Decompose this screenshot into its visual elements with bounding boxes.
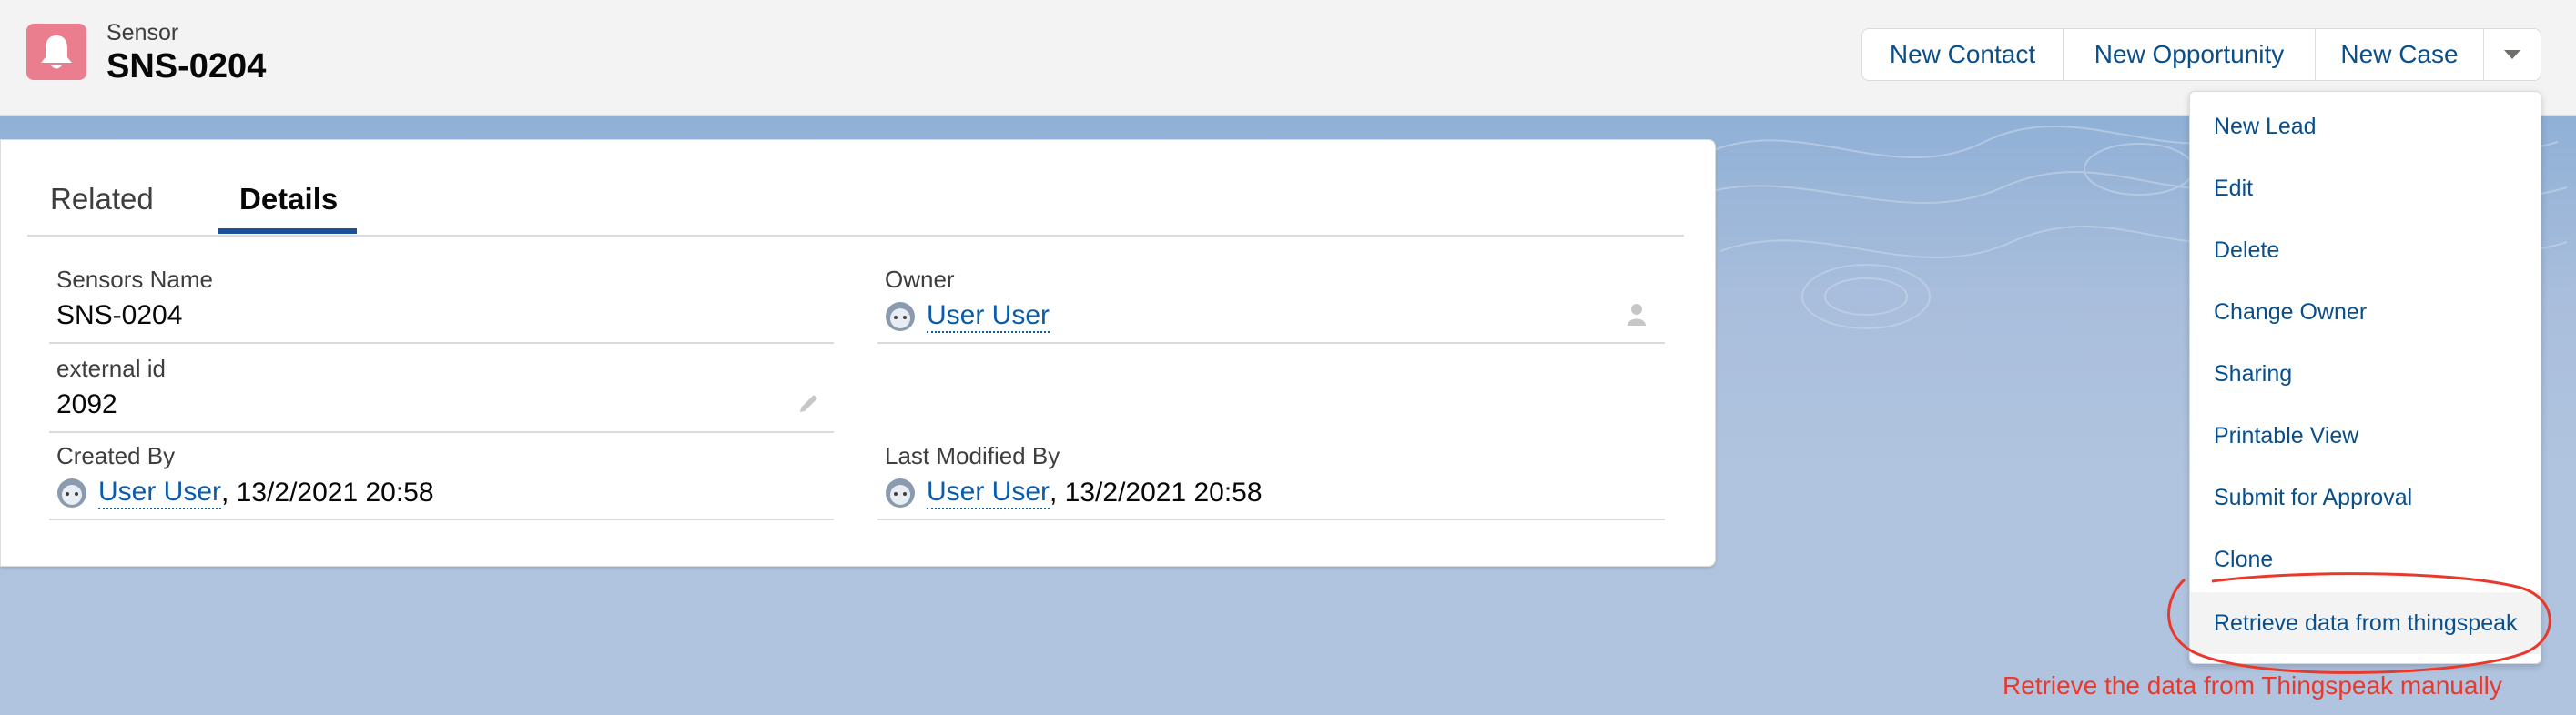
bell-icon: [26, 24, 86, 80]
field-label: Last Modified By: [885, 442, 1060, 469]
field-label: Owner: [885, 266, 955, 293]
owner-link[interactable]: User User: [927, 300, 1050, 333]
menu-item-delete[interactable]: Delete: [2190, 219, 2541, 281]
last-modified-user-link[interactable]: User User: [927, 477, 1050, 509]
more-actions-button[interactable]: [2484, 28, 2541, 81]
field-created-by: Created By User User , 13/2/2021 20:58: [49, 442, 834, 520]
chevron-down-icon: [2504, 50, 2520, 59]
annotation-circle: [2167, 572, 2551, 674]
annotation-text: Retrieve the data from Thingspeak manual…: [2003, 671, 2502, 700]
sensors-name-value: SNS-0204: [56, 300, 183, 330]
new-contact-button[interactable]: New Contact: [1861, 28, 2064, 81]
user-avatar-icon: [57, 478, 86, 508]
field-value: User User , 13/2/2021 20:58: [885, 477, 1263, 509]
menu-item-label: Edit: [2214, 176, 2254, 201]
change-owner-icon[interactable]: [1627, 302, 1650, 327]
user-avatar-icon: [886, 302, 915, 331]
menu-item-label: Submit for Approval: [2214, 485, 2413, 510]
field-sensors-name: Sensors Name SNS-0204: [49, 266, 834, 344]
tab-related[interactable]: Related: [50, 182, 154, 217]
external-id-value: 2092: [56, 389, 117, 419]
menu-item-new-lead[interactable]: New Lead: [2190, 96, 2541, 157]
record-title: SNS-0204: [106, 47, 267, 86]
created-by-user-link[interactable]: User User: [98, 477, 222, 509]
last-modified-date: , 13/2/2021 20:58: [1050, 478, 1263, 508]
menu-item-label: Sharing: [2214, 361, 2293, 387]
object-type-label: Sensor: [106, 20, 179, 45]
field-last-modified-by: Last Modified By User User , 13/2/2021 2…: [877, 442, 1665, 520]
active-tab-indicator: [218, 228, 357, 234]
menu-item-label: Change Owner: [2214, 299, 2368, 325]
action-button-group: New Contact New Opportunity New Case: [1861, 28, 2541, 83]
menu-item-edit[interactable]: Edit: [2190, 157, 2541, 219]
new-case-button[interactable]: New Case: [2316, 28, 2484, 81]
user-avatar-icon: [886, 478, 915, 508]
field-value: 2092: [56, 389, 117, 420]
field-owner: Owner User User: [877, 266, 1665, 344]
menu-item-label: Delete: [2214, 237, 2280, 263]
menu-item-label: New Lead: [2214, 114, 2317, 139]
menu-item-change-owner[interactable]: Change Owner: [2190, 281, 2541, 343]
field-label: external id: [56, 355, 166, 382]
tab-details[interactable]: Details: [239, 182, 338, 217]
pencil-icon[interactable]: [797, 389, 823, 415]
menu-item-sharing[interactable]: Sharing: [2190, 343, 2541, 405]
tab-bar: Related Details: [27, 140, 1684, 237]
field-label: Sensors Name: [56, 266, 213, 293]
menu-item-label: Printable View: [2214, 423, 2359, 448]
menu-item-printable-view[interactable]: Printable View: [2190, 405, 2541, 467]
field-label: Created By: [56, 442, 176, 469]
created-date: , 13/2/2021 20:58: [221, 478, 434, 508]
new-opportunity-button[interactable]: New Opportunity: [2064, 28, 2316, 81]
record-detail-card: Related Details Sensors Name SNS-0204 Ow…: [0, 139, 1716, 567]
field-value: User User , 13/2/2021 20:58: [56, 477, 434, 509]
field-value: User User: [885, 300, 1050, 333]
menu-item-submit-for-approval[interactable]: Submit for Approval: [2190, 467, 2541, 529]
field-value: SNS-0204: [56, 300, 182, 331]
field-external-id: external id 2092: [49, 355, 834, 433]
